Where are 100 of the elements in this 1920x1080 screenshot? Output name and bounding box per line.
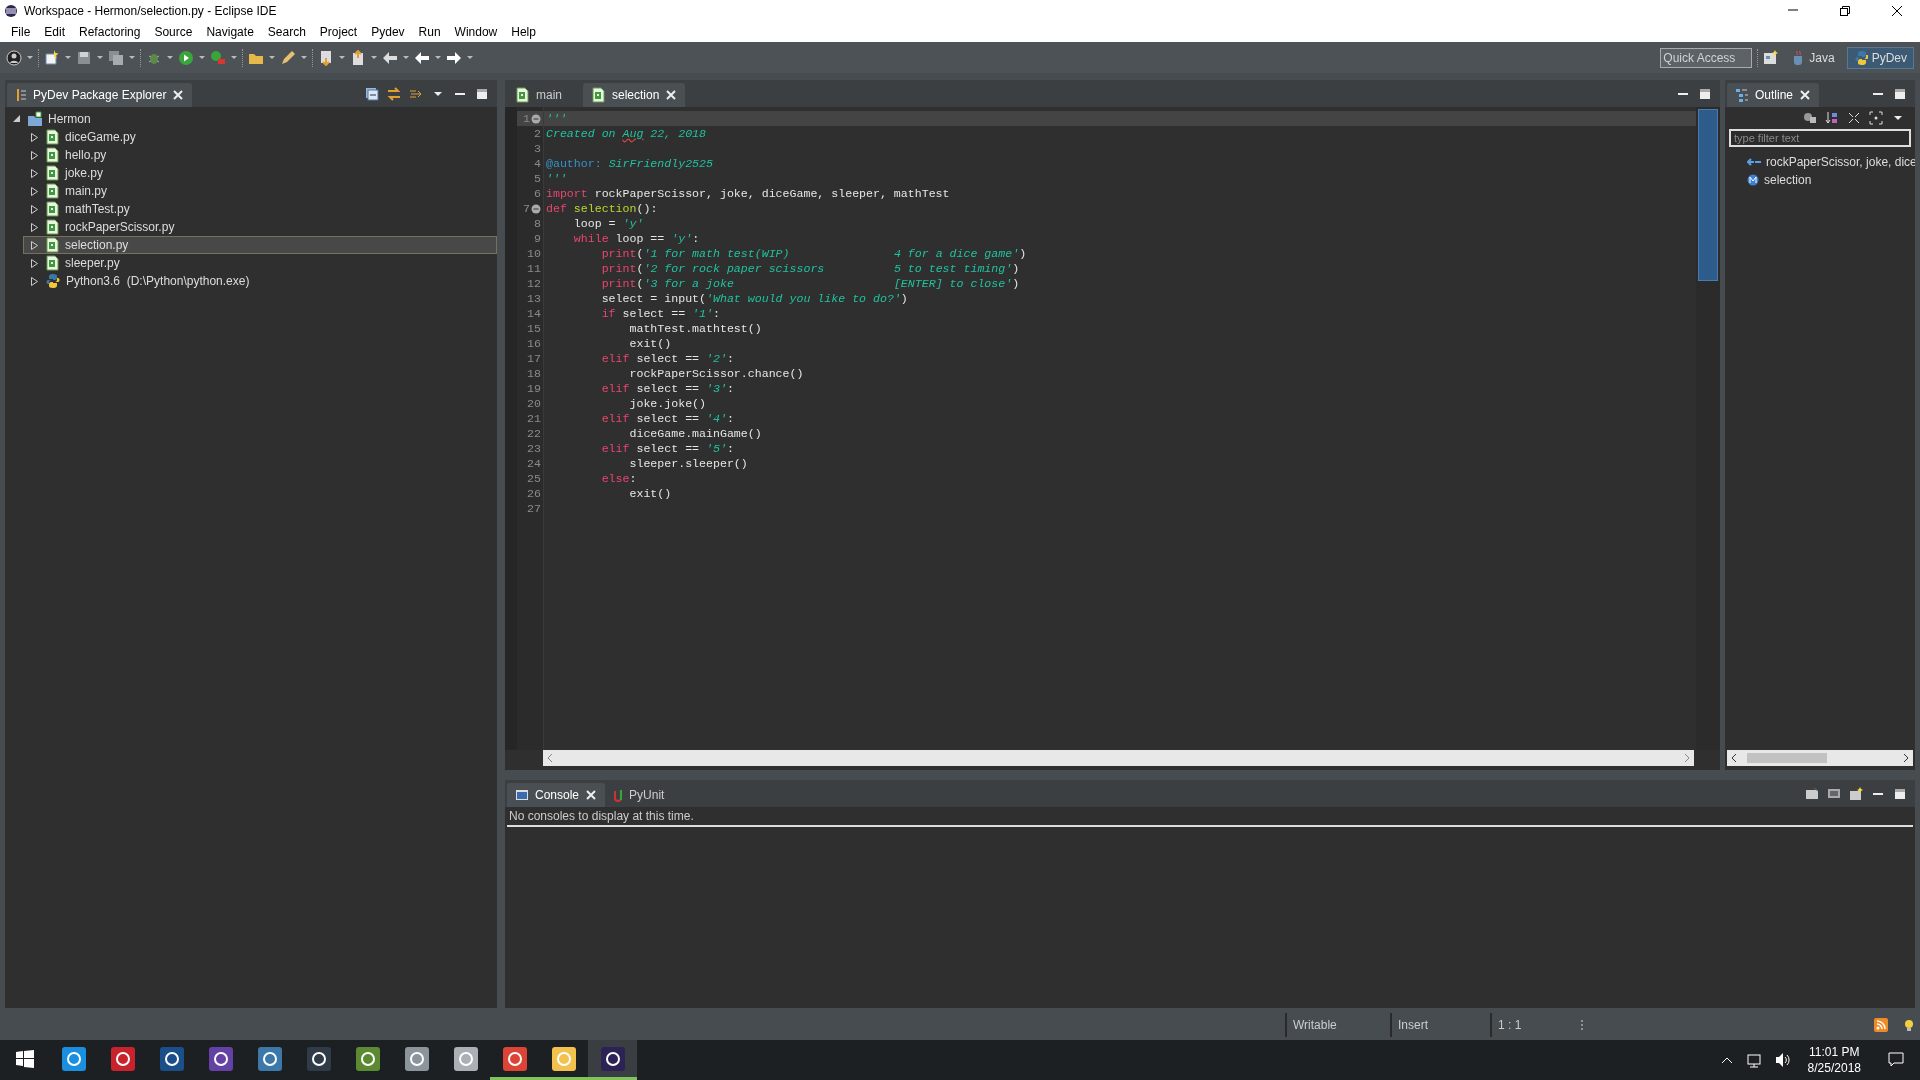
python-file-icon bbox=[591, 87, 606, 103]
perspective-button[interactable]: PyDev bbox=[1846, 46, 1914, 69]
outline-item[interactable]: selection bbox=[1764, 173, 1812, 187]
scrollbar-thumb[interactable] bbox=[1747, 753, 1827, 763]
run-icon[interactable] bbox=[178, 49, 194, 66]
tree-item[interactable]: rockPaperScissor.py bbox=[23, 218, 497, 236]
menu-item[interactable]: Source bbox=[147, 25, 200, 39]
line-number: 24 bbox=[527, 457, 541, 470]
horizontal-scrollbar[interactable] bbox=[1727, 750, 1913, 766]
outline-tab[interactable]: Outline bbox=[1727, 83, 1820, 107]
close-icon[interactable] bbox=[585, 789, 598, 801]
menu-item[interactable]: File bbox=[4, 25, 38, 39]
scrollbar-thumb[interactable] bbox=[1698, 109, 1718, 281]
taskbar-app[interactable] bbox=[588, 1040, 637, 1080]
clock-time[interactable]: 11:01 PM bbox=[1807, 1044, 1861, 1060]
new-file-icon[interactable] bbox=[44, 49, 60, 66]
menu-item[interactable]: Search bbox=[260, 25, 313, 39]
expanded-arrow-icon[interactable] bbox=[12, 113, 22, 125]
caret-icon[interactable] bbox=[269, 56, 275, 59]
tree-item[interactable]: Python3.6 (D:\Python\python.exe) bbox=[23, 272, 497, 290]
maximize-icon[interactable] bbox=[475, 87, 489, 101]
console-tab[interactable]: Console bbox=[507, 783, 606, 807]
caret-icon[interactable] bbox=[199, 56, 205, 59]
collapse-icon[interactable] bbox=[1847, 111, 1861, 125]
collapsed-arrow-icon[interactable] bbox=[30, 185, 40, 197]
save-icon[interactable] bbox=[76, 49, 92, 66]
pencil-icon[interactable] bbox=[280, 49, 296, 66]
tree-item[interactable]: joke.py bbox=[23, 164, 497, 182]
editor-tab[interactable]: main bbox=[507, 83, 583, 107]
menu-item[interactable]: Window bbox=[447, 25, 505, 39]
editor-tab[interactable]: selection bbox=[583, 83, 686, 107]
quick-access-field[interactable]: Quick Access bbox=[1660, 47, 1753, 68]
feed-icon[interactable] bbox=[1874, 1018, 1888, 1032]
vertical-scrollbar[interactable] bbox=[1696, 107, 1720, 750]
scroll-left-icon[interactable] bbox=[1731, 753, 1737, 763]
collapsed-arrow-icon[interactable] bbox=[30, 221, 40, 233]
clock-date[interactable]: 8/25/2018 bbox=[1807, 1060, 1861, 1076]
menu-item[interactable]: Edit bbox=[37, 25, 73, 39]
collapse-all-icon[interactable] bbox=[365, 87, 379, 101]
menu-item[interactable]: Pydev bbox=[364, 25, 412, 39]
filter-field[interactable]: type filter text bbox=[1729, 129, 1911, 147]
tree-item[interactable]: mathTest.py bbox=[23, 200, 497, 218]
maximize-icon[interactable] bbox=[1698, 87, 1712, 101]
caret-icon[interactable] bbox=[231, 56, 237, 59]
menu-item[interactable]: Navigate bbox=[199, 25, 261, 39]
user-icon[interactable] bbox=[6, 49, 22, 66]
sort-icon[interactable] bbox=[1825, 111, 1839, 125]
fold-marker-icon[interactable] bbox=[531, 203, 541, 214]
collapsed-arrow-icon[interactable] bbox=[30, 257, 40, 269]
tree-item[interactable]: diceGame.py bbox=[23, 128, 497, 146]
caret-icon[interactable] bbox=[467, 56, 473, 59]
tree-item[interactable]: hello.py bbox=[23, 146, 497, 164]
more-icon[interactable] bbox=[1580, 1019, 1584, 1031]
new-console-icon[interactable] bbox=[1849, 787, 1863, 801]
caret-icon[interactable] bbox=[27, 56, 33, 59]
maximize-icon[interactable] bbox=[1893, 787, 1907, 801]
tree-item[interactable]: Hermon bbox=[5, 110, 497, 128]
collapsed-arrow-icon[interactable] bbox=[30, 167, 40, 179]
collapsed-arrow-icon[interactable] bbox=[30, 131, 40, 143]
menu-item[interactable]: Project bbox=[312, 25, 365, 39]
fold-marker-icon[interactable] bbox=[531, 113, 541, 124]
lightbulb-icon[interactable] bbox=[1904, 1018, 1914, 1032]
tree-item[interactable]: sleeper.py bbox=[23, 254, 497, 272]
caret-icon[interactable] bbox=[339, 56, 345, 59]
speaker-icon[interactable] bbox=[1774, 1052, 1790, 1068]
network-icon[interactable] bbox=[1746, 1052, 1761, 1068]
close-icon[interactable] bbox=[665, 89, 678, 101]
maximize-icon[interactable] bbox=[1893, 87, 1907, 101]
filter-arrow-icon[interactable] bbox=[409, 87, 423, 101]
menu-item[interactable]: Run bbox=[411, 25, 448, 39]
caret-icon[interactable] bbox=[301, 56, 307, 59]
menu-item[interactable]: Help bbox=[504, 25, 543, 39]
arrow-right-icon[interactable] bbox=[446, 49, 462, 66]
tree-item-label: Python3.6 (D:\Python\python.exe) bbox=[66, 274, 250, 288]
console-tab[interactable]: PyUnit bbox=[605, 783, 673, 807]
caret-icon[interactable] bbox=[97, 56, 103, 59]
tree-item[interactable]: main.py bbox=[23, 182, 497, 200]
scroll-right-icon[interactable] bbox=[1903, 753, 1909, 763]
close-icon[interactable] bbox=[1799, 89, 1812, 101]
collapsed-arrow-icon[interactable] bbox=[30, 239, 40, 251]
app-icon bbox=[159, 1046, 184, 1071]
tree-item[interactable]: selection.py bbox=[23, 236, 497, 254]
caret-icon[interactable] bbox=[129, 56, 135, 59]
status-field: Insert bbox=[1390, 1013, 1490, 1037]
caret-icon[interactable] bbox=[403, 56, 409, 59]
save-all-icon[interactable] bbox=[108, 49, 124, 66]
caret-icon[interactable] bbox=[167, 56, 173, 59]
collapsed-arrow-icon[interactable] bbox=[30, 149, 40, 161]
caret-icon[interactable] bbox=[435, 56, 441, 59]
collapsed-arrow-icon[interactable] bbox=[30, 275, 40, 287]
chevron-up-icon[interactable] bbox=[1720, 1055, 1733, 1065]
collapsed-arrow-icon[interactable] bbox=[30, 203, 40, 215]
expand-icon[interactable] bbox=[1869, 111, 1883, 125]
close-icon[interactable] bbox=[172, 89, 185, 101]
caret-icon[interactable] bbox=[65, 56, 71, 59]
caret-icon[interactable] bbox=[371, 56, 377, 59]
line-number: 15 bbox=[527, 322, 541, 335]
explorer-tab[interactable]: PyDev Package Explorer bbox=[7, 83, 193, 107]
perspective-button[interactable]: Java bbox=[1784, 46, 1842, 69]
menu-item[interactable]: Refactoring bbox=[72, 25, 148, 39]
